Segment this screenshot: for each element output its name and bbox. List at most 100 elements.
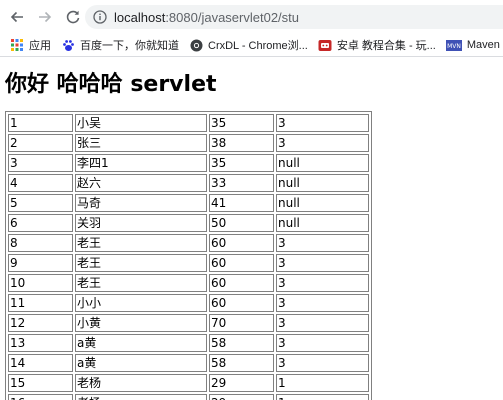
age-cell: 41: [209, 194, 274, 212]
name-cell: 老杨: [75, 394, 207, 400]
id-cell: 14: [8, 354, 73, 372]
table-row: 14 a黄 58 3: [8, 354, 369, 372]
reload-icon: [66, 10, 80, 24]
table-row: 12 小黄 70 3: [8, 314, 369, 332]
name-cell: a黄: [75, 334, 207, 352]
forward-arrow-icon: [39, 11, 52, 23]
id-cell: 11: [8, 294, 73, 312]
id-cell: 13: [8, 334, 73, 352]
age-cell: 70: [209, 314, 274, 332]
name-cell: 李四1: [75, 154, 207, 172]
url-text: localhost:8080/javaservlet02/stu: [114, 10, 299, 25]
class-cell: null: [276, 154, 369, 172]
class-cell: 3: [276, 354, 369, 372]
class-cell: null: [276, 214, 369, 232]
bookmarks-bar: 应用 百度一下，你就知道 CrxDL - Chrome浏... 安卓 教程合集 …: [0, 34, 503, 57]
id-cell: 12: [8, 314, 73, 332]
class-cell: 1: [276, 374, 369, 392]
android-site-icon: [318, 38, 332, 52]
class-cell: 3: [276, 234, 369, 252]
age-cell: 60: [209, 234, 274, 252]
name-cell: a黄: [75, 354, 207, 372]
class-cell: 3: [276, 294, 369, 312]
back-button[interactable]: [6, 6, 28, 28]
class-cell: 3: [276, 274, 369, 292]
table-row: 9 老王 60 3: [8, 254, 369, 272]
baidu-paw-icon: [61, 38, 75, 52]
site-info-icon[interactable]: [93, 10, 107, 24]
id-cell: 5: [8, 194, 73, 212]
age-cell: 60: [209, 254, 274, 272]
class-cell: null: [276, 194, 369, 212]
table-row: 10 老王 60 3: [8, 274, 369, 292]
name-cell: 老王: [75, 274, 207, 292]
name-cell: 老杨: [75, 374, 207, 392]
id-cell: 10: [8, 274, 73, 292]
forward-button[interactable]: [34, 6, 56, 28]
age-cell: 58: [209, 354, 274, 372]
name-cell: 小小: [75, 294, 207, 312]
age-cell: 33: [209, 174, 274, 192]
class-cell: 3: [276, 254, 369, 272]
bookmark-apps[interactable]: 应用: [10, 35, 51, 55]
table-row: 6 关羽 50 null: [8, 214, 369, 232]
student-table: 1 小吴 35 3 2 张三 38 3 3 李四1 35 null 4 赵六 33 null 5 马奇 41 null…: [5, 111, 372, 400]
bookmark-label: CrxDL - Chrome浏...: [208, 40, 308, 52]
id-cell: 4: [8, 174, 73, 192]
bookmark-crxdl[interactable]: CrxDL - Chrome浏...: [189, 35, 308, 55]
table-row: 5 马奇 41 null: [8, 194, 369, 212]
id-cell: 1: [8, 114, 73, 132]
name-cell: 赵六: [75, 174, 207, 192]
table-row: 15 老杨 29 1: [8, 374, 369, 392]
bookmark-maven[interactable]: MVN Maven Repo: [445, 35, 503, 55]
table-row: 2 张三 38 3: [8, 134, 369, 152]
table-row: 3 李四1 35 null: [8, 154, 369, 172]
bookmark-android[interactable]: 安卓 教程合集 - 玩...: [318, 35, 436, 55]
id-cell: 15: [8, 374, 73, 392]
browser-toolbar: localhost:8080/javaservlet02/stu: [0, 0, 503, 34]
id-cell: 8: [8, 234, 73, 252]
table-row: 16老杨291: [8, 394, 369, 400]
id-cell: 2: [8, 134, 73, 152]
bookmark-baidu[interactable]: 百度一下，你就知道: [61, 35, 179, 55]
age-cell: 29: [209, 394, 274, 400]
name-cell: 小吴: [75, 114, 207, 132]
id-cell: 9: [8, 254, 73, 272]
age-cell: 38: [209, 134, 274, 152]
name-cell: 马奇: [75, 194, 207, 212]
table-row: 13 a黄 58 3: [8, 334, 369, 352]
age-cell: 29: [209, 374, 274, 392]
class-cell: 3: [276, 334, 369, 352]
age-cell: 58: [209, 334, 274, 352]
name-cell: 老王: [75, 254, 207, 272]
id-cell: 3: [8, 154, 73, 172]
name-cell: 张三: [75, 134, 207, 152]
table-row: 8 老王 60 3: [8, 234, 369, 252]
back-arrow-icon: [10, 11, 23, 23]
id-cell: 6: [8, 214, 73, 232]
address-bar[interactable]: localhost:8080/javaservlet02/stu: [85, 5, 503, 29]
class-cell: null: [276, 174, 369, 192]
table-row: 11 小小 60 3: [8, 294, 369, 312]
age-cell: 60: [209, 274, 274, 292]
name-cell: 关羽: [75, 214, 207, 232]
student-table-body: 1 小吴 35 3 2 张三 38 3 3 李四1 35 null 4 赵六 33 null 5 马奇 41 null…: [8, 114, 369, 400]
reload-button[interactable]: [62, 6, 84, 28]
class-cell: 3: [276, 134, 369, 152]
page-content: 你好 哈哈哈 servlet 1 小吴 35 3 2 张三 38 3 3 李四1 35 null 4 赵六…: [0, 57, 503, 400]
url-path: :8080/javaservlet02/stu: [165, 9, 300, 25]
age-cell: 60: [209, 294, 274, 312]
table-row: 1 小吴 35 3: [8, 114, 369, 132]
svg-text:MVN: MVN: [447, 43, 461, 50]
age-cell: 50: [209, 214, 274, 232]
class-cell: 3: [276, 314, 369, 332]
bookmark-label: 应用: [29, 40, 51, 52]
bookmark-label: 安卓 教程合集 - 玩...: [336, 40, 436, 52]
page-heading: 你好 哈哈哈 servlet: [5, 72, 217, 97]
id-cell: 16: [8, 394, 73, 400]
class-cell: 3: [276, 114, 369, 132]
apps-grid-icon: [10, 38, 24, 52]
class-cell: 1: [276, 394, 369, 400]
maven-mvn-icon: MVN: [445, 38, 462, 52]
bookmark-label: Maven Repo: [466, 39, 503, 51]
